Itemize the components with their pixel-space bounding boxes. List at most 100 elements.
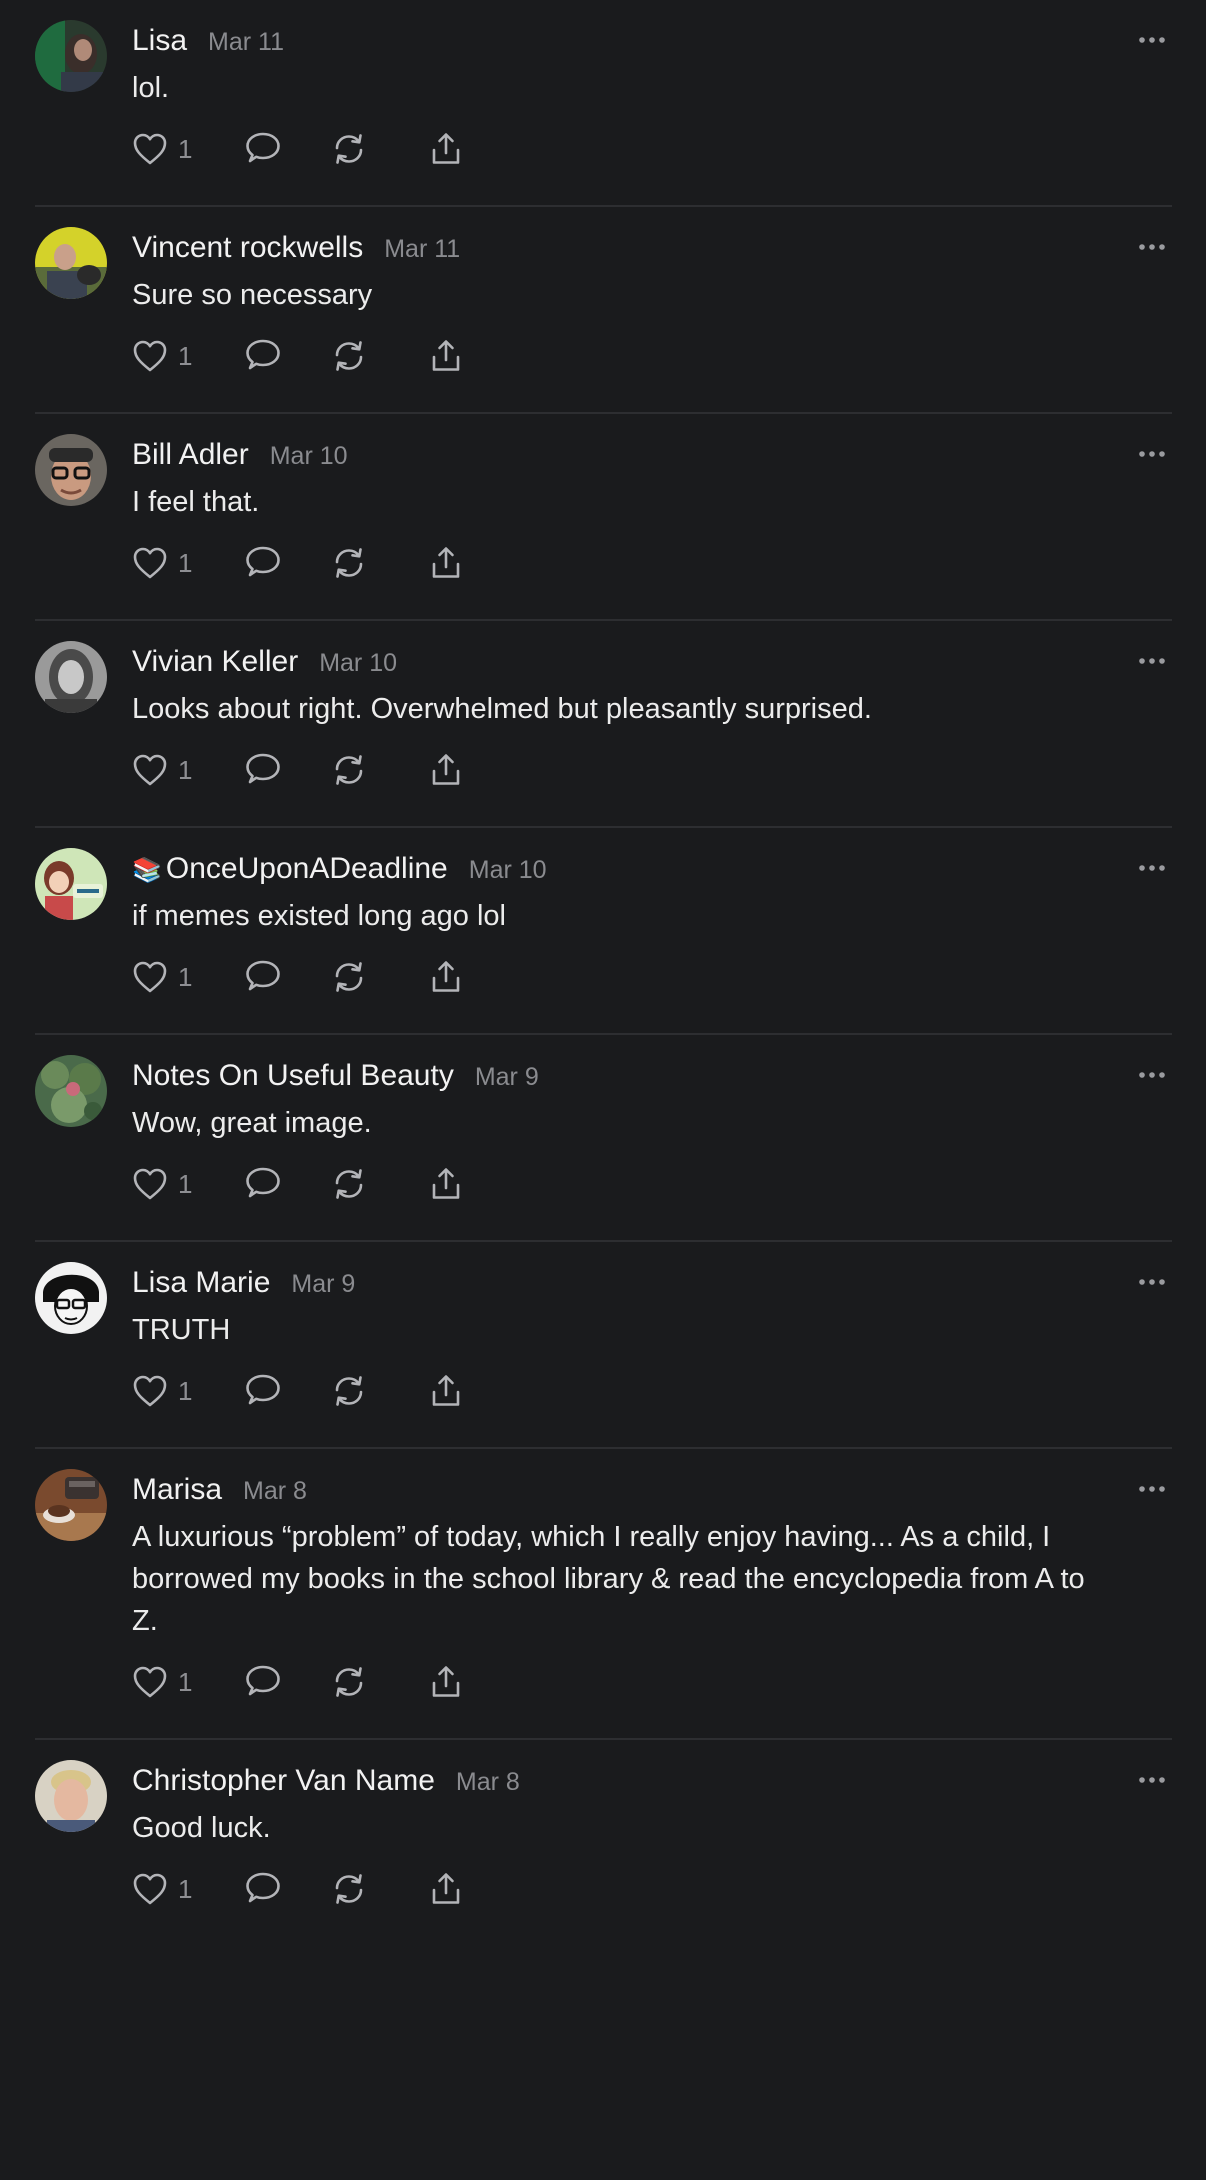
more-dots-icon: [1139, 37, 1165, 43]
avatar-cartoon-image: [35, 848, 107, 920]
comment-date[interactable]: Mar 11: [384, 227, 460, 271]
like-button[interactable]: 1: [132, 1167, 244, 1201]
repost-button[interactable]: [330, 1373, 428, 1409]
books-icon: 📚: [132, 857, 162, 884]
comment-date[interactable]: Mar 10: [319, 641, 397, 685]
comment-date[interactable]: Mar 8: [456, 1760, 520, 1804]
more-options-button[interactable]: [1132, 852, 1172, 884]
reply-button[interactable]: [244, 1664, 330, 1700]
action-bar: 1: [132, 336, 1132, 376]
author-name[interactable]: Marisa: [132, 1468, 222, 1512]
like-button[interactable]: 1: [132, 339, 244, 373]
more-options-button[interactable]: [1132, 438, 1172, 470]
more-options-button[interactable]: [1132, 24, 1172, 56]
share-button[interactable]: [428, 1166, 468, 1202]
avatar[interactable]: [35, 848, 107, 920]
share-button[interactable]: [428, 131, 468, 167]
comment-date[interactable]: Mar 10: [469, 848, 547, 892]
heart-icon: [133, 1666, 167, 1698]
author-name[interactable]: Vincent rockwells: [132, 226, 363, 270]
author-name[interactable]: 📚 OnceUponADeadline: [132, 847, 448, 893]
like-button[interactable]: 1: [132, 1374, 244, 1408]
like-button[interactable]: 1: [132, 1665, 244, 1699]
action-bar: 1: [132, 543, 1132, 583]
action-bar: 1: [132, 750, 1132, 790]
repost-icon: [335, 341, 363, 371]
reply-button[interactable]: [244, 545, 330, 581]
author-name[interactable]: Notes On Useful Beauty: [132, 1054, 454, 1098]
reply-button[interactable]: [244, 1373, 330, 1409]
comment-date[interactable]: Mar 9: [475, 1055, 539, 1099]
avatar[interactable]: [35, 1469, 107, 1541]
share-button[interactable]: [428, 338, 468, 374]
repost-button[interactable]: [330, 1664, 428, 1700]
avatar-glasses-image: [35, 434, 107, 506]
like-count: 1: [178, 547, 193, 578]
repost-button[interactable]: [330, 338, 428, 374]
share-button[interactable]: [428, 1373, 468, 1409]
comment: Vincent rockwells Mar 11 Sure so necessa…: [35, 207, 1172, 414]
more-options-button[interactable]: [1132, 1473, 1172, 1505]
repost-button[interactable]: [330, 752, 428, 788]
reply-button[interactable]: [244, 1871, 330, 1907]
share-button[interactable]: [428, 752, 468, 788]
like-button[interactable]: 1: [132, 546, 244, 580]
like-button[interactable]: 1: [132, 960, 244, 994]
speech-bubble-icon: [246, 1374, 280, 1405]
repost-button[interactable]: [330, 1871, 428, 1907]
author-name[interactable]: Lisa Marie: [132, 1261, 270, 1305]
repost-button[interactable]: [330, 959, 428, 995]
reply-button[interactable]: [244, 752, 330, 788]
reply-button[interactable]: [244, 959, 330, 995]
repost-button[interactable]: [330, 1166, 428, 1202]
comment-date[interactable]: Mar 10: [270, 434, 348, 478]
share-icon: [432, 1873, 460, 1904]
avatar[interactable]: [35, 1760, 107, 1832]
avatar[interactable]: [35, 227, 107, 299]
share-icon: [432, 133, 460, 164]
more-options-button[interactable]: [1132, 645, 1172, 677]
speech-bubble-icon: [246, 1167, 280, 1198]
more-options-button[interactable]: [1132, 1266, 1172, 1298]
author-name[interactable]: Lisa: [132, 19, 187, 63]
repost-icon: [335, 134, 363, 164]
comment-text: lol.: [132, 72, 170, 104]
avatar[interactable]: [35, 1055, 107, 1127]
speech-bubble-icon: [246, 1872, 280, 1903]
comment-feed: Lisa Mar 11 lol. 1 Vincent rockwells Mar…: [0, 0, 1206, 2180]
action-bar: 1: [132, 1662, 1132, 1702]
reply-button[interactable]: [244, 131, 330, 167]
share-button[interactable]: [428, 1871, 468, 1907]
comment: Lisa Marie Mar 9 TRUTH 1: [35, 1242, 1172, 1449]
more-dots-icon: [1139, 1486, 1165, 1492]
more-options-button[interactable]: [1132, 231, 1172, 263]
avatar[interactable]: [35, 434, 107, 506]
avatar-sketch-image: [35, 1262, 107, 1334]
comment-date[interactable]: Mar 9: [291, 1262, 355, 1306]
comment-date[interactable]: Mar 8: [243, 1469, 307, 1513]
more-options-button[interactable]: [1132, 1764, 1172, 1796]
comment-date[interactable]: Mar 11: [208, 20, 284, 64]
reply-button[interactable]: [244, 1166, 330, 1202]
heart-icon: [133, 1168, 167, 1200]
like-button[interactable]: 1: [132, 753, 244, 787]
like-button[interactable]: 1: [132, 1872, 244, 1906]
avatar[interactable]: [35, 20, 107, 92]
author-name[interactable]: Bill Adler: [132, 433, 249, 477]
comment-text: A luxurious “problem” of today, which I …: [132, 1521, 1085, 1637]
share-button[interactable]: [428, 1664, 468, 1700]
more-dots-icon: [1139, 244, 1165, 250]
more-options-button[interactable]: [1132, 1059, 1172, 1091]
avatar[interactable]: [35, 1262, 107, 1334]
share-button[interactable]: [428, 545, 468, 581]
author-name[interactable]: Christopher Van Name: [132, 1759, 435, 1803]
share-button[interactable]: [428, 959, 468, 995]
repost-button[interactable]: [330, 545, 428, 581]
avatar[interactable]: [35, 641, 107, 713]
share-icon: [432, 1168, 460, 1199]
like-count: 1: [178, 1168, 193, 1199]
repost-button[interactable]: [330, 131, 428, 167]
reply-button[interactable]: [244, 338, 330, 374]
author-name[interactable]: Vivian Keller: [132, 640, 298, 684]
like-button[interactable]: 1: [132, 132, 244, 166]
